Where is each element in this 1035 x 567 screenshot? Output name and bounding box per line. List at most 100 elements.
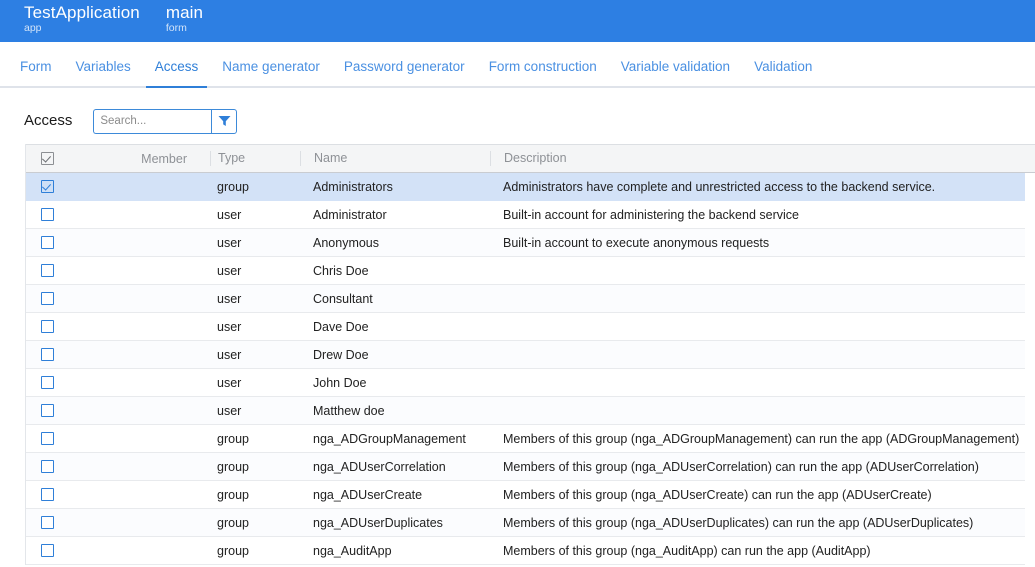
table-row[interactable]: groupAdministratorsAdministrators have c…: [26, 173, 1025, 201]
table-row[interactable]: groupnga_AuditAppMembers of this group (…: [26, 537, 1025, 565]
tab-variables[interactable]: Variables: [64, 59, 143, 86]
cell-name: Drew Doe: [300, 348, 490, 362]
cell-name: Administrator: [300, 208, 490, 222]
row-select-cell: [35, 236, 60, 249]
table-row[interactable]: userJohn Doe: [26, 369, 1025, 397]
row-select-cell: [35, 432, 60, 445]
cell-name: Consultant: [300, 292, 490, 306]
table-row[interactable]: groupnga_ADUserDuplicatesMembers of this…: [26, 509, 1025, 537]
cell-name: nga_ADUserCorrelation: [300, 460, 490, 474]
row-checkbox[interactable]: [41, 460, 54, 473]
main-tab-bar: FormVariablesAccessName generatorPasswor…: [0, 42, 1035, 88]
cell-description: Built-in account to execute anonymous re…: [490, 236, 1025, 250]
cell-type: group: [210, 432, 300, 446]
app-name-label: app: [24, 22, 140, 35]
access-table: Member Type Name Description groupAdmini…: [25, 144, 1035, 565]
filter-funnel-icon: [218, 115, 231, 127]
cell-type: user: [210, 376, 300, 390]
table-header-row: Member Type Name Description: [26, 144, 1035, 173]
page-title: Access: [24, 112, 72, 130]
row-checkbox[interactable]: [41, 488, 54, 501]
row-checkbox[interactable]: [41, 292, 54, 305]
filter-button[interactable]: [211, 109, 237, 134]
row-select-cell: [35, 404, 60, 417]
search-control: [93, 109, 237, 134]
access-toolbar: Access: [0, 98, 1035, 144]
tab-form-construction[interactable]: Form construction: [477, 59, 609, 86]
table-row[interactable]: userMatthew doe: [26, 397, 1025, 425]
cell-description: Members of this group (nga_ADUserDuplica…: [490, 516, 1025, 530]
cell-description: Built-in account for administering the b…: [490, 208, 1025, 222]
column-header-type[interactable]: Type: [210, 151, 300, 166]
row-checkbox[interactable]: [41, 180, 54, 193]
table-row[interactable]: userDave Doe: [26, 313, 1025, 341]
cell-name: John Doe: [300, 376, 490, 390]
cell-name: nga_ADUserCreate: [300, 488, 490, 502]
cell-type: user: [210, 348, 300, 362]
row-select-cell: [35, 320, 60, 333]
row-select-cell: [35, 180, 60, 193]
cell-type: user: [210, 404, 300, 418]
cell-name: Administrators: [300, 180, 490, 194]
select-all-checkbox[interactable]: [41, 152, 54, 165]
tab-variable-validation[interactable]: Variable validation: [609, 59, 742, 86]
table-row[interactable]: userDrew Doe: [26, 341, 1025, 369]
cell-type: user: [210, 292, 300, 306]
row-checkbox[interactable]: [41, 208, 54, 221]
table-row[interactable]: userChris Doe: [26, 257, 1025, 285]
tab-access[interactable]: Access: [143, 59, 211, 86]
form-name: main: [166, 3, 203, 22]
app-name: TestApplication: [24, 3, 140, 22]
row-select-cell: [35, 488, 60, 501]
tab-password-generator[interactable]: Password generator: [332, 59, 477, 86]
cell-description: Members of this group (nga_AuditApp) can…: [490, 544, 1025, 558]
table-row[interactable]: groupnga_ADUserCorrelationMembers of thi…: [26, 453, 1025, 481]
row-checkbox[interactable]: [41, 376, 54, 389]
cell-description: Members of this group (nga_ADUserCorrela…: [490, 460, 1025, 474]
cell-name: Anonymous: [300, 236, 490, 250]
row-checkbox[interactable]: [41, 348, 54, 361]
table-row[interactable]: userAnonymousBuilt-in account to execute…: [26, 229, 1025, 257]
tab-validation[interactable]: Validation: [742, 59, 824, 86]
cell-type: group: [210, 460, 300, 474]
row-select-cell: [35, 292, 60, 305]
tab-name-generator[interactable]: Name generator: [210, 59, 332, 86]
cell-type: user: [210, 264, 300, 278]
form-name-label: form: [166, 22, 203, 35]
column-header-description[interactable]: Description: [490, 151, 1035, 166]
row-checkbox[interactable]: [41, 516, 54, 529]
row-select-cell: [35, 460, 60, 473]
app-identity: TestApplication app: [24, 3, 140, 35]
row-checkbox[interactable]: [41, 544, 54, 557]
row-select-cell: [35, 376, 60, 389]
row-checkbox[interactable]: [41, 320, 54, 333]
form-identity: main form: [166, 3, 203, 35]
row-select-cell: [35, 264, 60, 277]
row-select-cell: [35, 348, 60, 361]
row-checkbox[interactable]: [41, 264, 54, 277]
table-row[interactable]: groupnga_ADGroupManagementMembers of thi…: [26, 425, 1025, 453]
cell-type: group: [210, 516, 300, 530]
search-input[interactable]: [93, 109, 211, 134]
app-header-bar: TestApplication app main form: [0, 0, 1035, 42]
row-select-cell: [35, 516, 60, 529]
row-checkbox[interactable]: [41, 432, 54, 445]
table-body: groupAdministratorsAdministrators have c…: [26, 173, 1035, 565]
select-all-cell: [35, 152, 60, 165]
cell-type: user: [210, 208, 300, 222]
row-checkbox[interactable]: [41, 236, 54, 249]
table-row[interactable]: userAdministratorBuilt-in account for ad…: [26, 201, 1025, 229]
row-select-cell: [35, 544, 60, 557]
column-header-name[interactable]: Name: [300, 151, 490, 166]
row-checkbox[interactable]: [41, 404, 54, 417]
table-row[interactable]: groupnga_ADUserCreateMembers of this gro…: [26, 481, 1025, 509]
cell-name: Dave Doe: [300, 320, 490, 334]
cell-type: group: [210, 488, 300, 502]
cell-type: user: [210, 236, 300, 250]
table-row[interactable]: userConsultant: [26, 285, 1025, 313]
column-header-member[interactable]: Member: [60, 152, 210, 166]
cell-name: nga_AuditApp: [300, 544, 490, 558]
cell-type: group: [210, 180, 300, 194]
tab-form[interactable]: Form: [8, 59, 64, 86]
cell-name: nga_ADGroupManagement: [300, 432, 490, 446]
